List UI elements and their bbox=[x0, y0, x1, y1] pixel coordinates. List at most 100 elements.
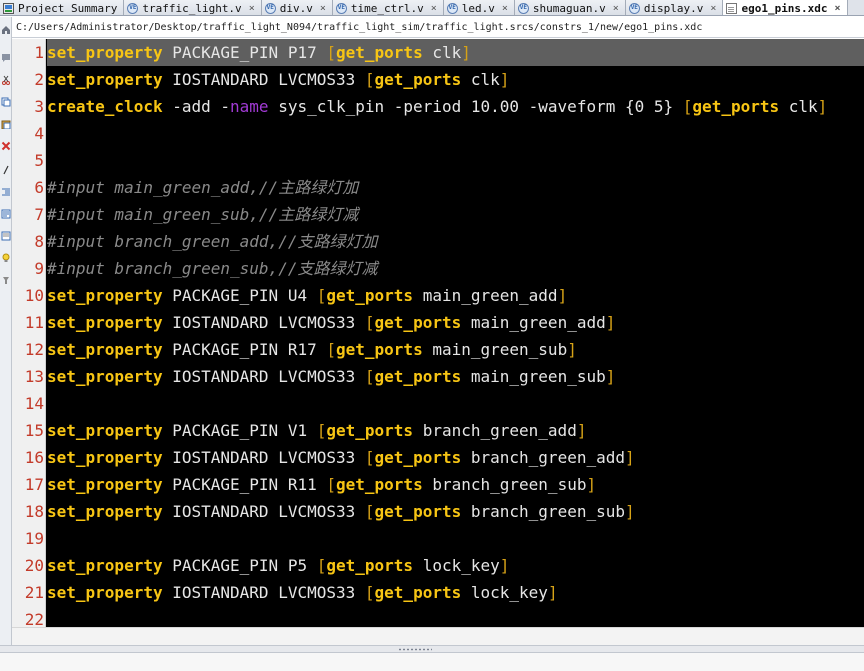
code-line[interactable]: 8 #input branch_green_add,//支路绿灯加 bbox=[12, 228, 864, 255]
close-tab-icon[interactable]: × bbox=[835, 3, 841, 14]
tab-time-ctrl-v[interactable]: VE time_ctrl.v × bbox=[332, 0, 444, 15]
horizontal-scrollbar[interactable] bbox=[12, 627, 864, 645]
code-line[interactable]: 1 set_property PACKAGE_PIN P17 [get_ports… bbox=[12, 39, 864, 66]
close-tab-icon[interactable]: × bbox=[710, 3, 716, 14]
code-text[interactable] bbox=[47, 120, 864, 147]
code-text[interactable]: set_property PACKAGE_PIN R17 [get_ports … bbox=[47, 336, 864, 363]
close-tab-icon[interactable]: × bbox=[431, 3, 437, 14]
file-path: C:/Users/Administrator/Desktop/traffic_l… bbox=[16, 21, 703, 33]
code-text[interactable]: set_property IOSTANDARD LVCMOS33 [get_po… bbox=[47, 579, 864, 606]
toggle-comment-icon[interactable] bbox=[0, 163, 11, 176]
code-token: [ bbox=[316, 556, 327, 575]
code-token: PACKAGE_PIN P5 bbox=[162, 556, 317, 575]
delete-icon[interactable] bbox=[0, 139, 11, 152]
code-text[interactable]: create_clock -add -name sys_clk_pin -per… bbox=[47, 93, 864, 120]
tab-label: div.v bbox=[279, 1, 313, 15]
code-token: PACKAGE_PIN U4 bbox=[162, 286, 317, 305]
code-text[interactable]: #input main_green_sub,//主路绿灯减 bbox=[47, 201, 864, 228]
line-number: 15 bbox=[24, 421, 44, 440]
insert-template-icon[interactable] bbox=[0, 229, 11, 242]
code-token: ] bbox=[625, 502, 635, 521]
code-text[interactable]: #input branch_green_sub,//支路绿灯减 bbox=[47, 255, 864, 282]
code-line[interactable]: 17 set_property PACKAGE_PIN R11 [get_port… bbox=[12, 471, 864, 498]
code-line[interactable]: 19 bbox=[12, 525, 864, 552]
code-text[interactable]: set_property PACKAGE_PIN U4 [get_ports m… bbox=[47, 282, 864, 309]
code-editor[interactable]: 1 set_property PACKAGE_PIN P17 [get_ports… bbox=[12, 39, 864, 627]
outdent-icon[interactable] bbox=[0, 207, 11, 220]
code-token: ] bbox=[605, 313, 616, 332]
code-token: [ bbox=[364, 502, 375, 521]
code-token: get_ports bbox=[374, 583, 462, 602]
code-line[interactable]: 10 set_property PACKAGE_PIN U4 [get_ports… bbox=[12, 282, 864, 309]
comment-icon[interactable] bbox=[0, 51, 11, 64]
code-token: IOSTANDARD LVCMOS33 bbox=[162, 313, 365, 332]
indent-icon[interactable] bbox=[0, 185, 11, 198]
close-tab-icon[interactable]: × bbox=[502, 3, 508, 14]
code-line[interactable]: 6 #input main_green_add,//主路绿灯加 bbox=[12, 174, 864, 201]
code-line[interactable]: 13 set_property IOSTANDARD LVCMOS33 [get_… bbox=[12, 363, 864, 390]
code-text[interactable]: set_property IOSTANDARD LVCMOS33 [get_po… bbox=[47, 363, 864, 390]
code-text[interactable]: #input branch_green_add,//支路绿灯加 bbox=[47, 228, 864, 255]
bulb-icon[interactable] bbox=[0, 251, 11, 264]
tab-label: time_ctrl.v bbox=[350, 1, 424, 15]
code-token: ] bbox=[586, 475, 597, 494]
find-icon[interactable] bbox=[0, 273, 11, 286]
code-line[interactable]: 18 set_property IOSTANDARD LVCMOS33 [get_… bbox=[12, 498, 864, 525]
line-number: 3 bbox=[34, 97, 44, 116]
code-line[interactable]: 9 #input branch_green_sub,//支路绿灯减 bbox=[12, 255, 864, 282]
code-text[interactable]: set_property PACKAGE_PIN V1 [get_ports b… bbox=[47, 417, 864, 444]
tab-shumaguan-v[interactable]: VE shumaguan.v × bbox=[514, 0, 626, 15]
code-text[interactable]: set_property IOSTANDARD LVCMOS33 [get_po… bbox=[47, 444, 864, 471]
code-line[interactable]: 20 set_property PACKAGE_PIN P5 [get_ports… bbox=[12, 552, 864, 579]
line-number: 2 bbox=[34, 70, 44, 89]
code-text[interactable]: set_property IOSTANDARD LVCMOS33 [get_po… bbox=[47, 309, 864, 336]
code-line[interactable]: 22 bbox=[12, 606, 864, 627]
code-text[interactable]: set_property PACKAGE_PIN P5 [get_ports l… bbox=[47, 552, 864, 579]
code-text[interactable] bbox=[47, 525, 864, 552]
home-icon[interactable] bbox=[0, 23, 11, 36]
code-token: PACKAGE_PIN R17 bbox=[162, 340, 327, 359]
code-text[interactable] bbox=[47, 147, 864, 174]
code-text[interactable]: set_property IOSTANDARD LVCMOS33 [get_po… bbox=[47, 498, 864, 525]
cut-icon[interactable] bbox=[0, 73, 11, 86]
tab-div-v[interactable]: VE div.v × bbox=[261, 0, 333, 15]
code-line[interactable]: 12 set_property PACKAGE_PIN R17 [get_port… bbox=[12, 336, 864, 363]
code-line[interactable]: 15 set_property PACKAGE_PIN V1 [get_ports… bbox=[12, 417, 864, 444]
tab-ego1-pins-xdc[interactable]: ego1_pins.xdc × bbox=[723, 0, 848, 15]
paste-icon[interactable] bbox=[0, 117, 11, 130]
tab-led-v[interactable]: VE led.v × bbox=[443, 0, 515, 15]
close-tab-icon[interactable]: × bbox=[613, 3, 619, 14]
code-line[interactable]: 3 create_clock -add -name sys_clk_pin -pe… bbox=[12, 93, 864, 120]
tab-traffic-light-v[interactable]: VE traffic_light.v × bbox=[124, 0, 262, 15]
code-line[interactable]: 14 bbox=[12, 390, 864, 417]
tab-display-v[interactable]: VE display.v × bbox=[625, 0, 724, 15]
pane-splitter[interactable] bbox=[0, 645, 864, 653]
code-token: ] bbox=[817, 97, 828, 116]
copy-icon[interactable] bbox=[0, 95, 11, 108]
code-line[interactable]: 11 set_property IOSTANDARD LVCMOS33 [get_… bbox=[12, 309, 864, 336]
code-line[interactable]: 21 set_property IOSTANDARD LVCMOS33 [get_… bbox=[12, 579, 864, 606]
code-token: ] bbox=[547, 583, 558, 602]
code-text[interactable]: #input main_green_add,//主路绿灯加 bbox=[47, 174, 864, 201]
code-text[interactable]: set_property PACKAGE_PIN R11 [get_ports … bbox=[47, 471, 864, 498]
code-token: set_property bbox=[47, 313, 163, 332]
close-tab-icon[interactable]: × bbox=[320, 3, 326, 14]
code-line[interactable]: 2 set_property IOSTANDARD LVCMOS33 [get_p… bbox=[12, 66, 864, 93]
close-tab-icon[interactable]: × bbox=[249, 3, 255, 14]
code-token: -add - bbox=[162, 97, 231, 116]
code-line[interactable]: 16 set_property IOSTANDARD LVCMOS33 [get_… bbox=[12, 444, 864, 471]
code-text[interactable]: set_property PACKAGE_PIN P17 [get_ports … bbox=[47, 39, 864, 66]
code-token: IOSTANDARD LVCMOS33 bbox=[162, 448, 365, 467]
code-token: get_ports bbox=[326, 421, 414, 440]
splitter-grip-icon[interactable] bbox=[398, 648, 432, 651]
code-line[interactable]: 7 #input main_green_sub,//主路绿灯减 bbox=[12, 201, 864, 228]
code-token: PACKAGE_PIN V1 bbox=[162, 421, 317, 440]
code-line[interactable]: 4 bbox=[12, 120, 864, 147]
code-text[interactable]: set_property IOSTANDARD LVCMOS33 [get_po… bbox=[47, 66, 864, 93]
code-line[interactable]: 5 bbox=[12, 147, 864, 174]
tab-project-summary[interactable]: Project Summary bbox=[0, 0, 125, 15]
code-text[interactable] bbox=[47, 606, 864, 627]
code-text[interactable] bbox=[47, 390, 864, 417]
code-token: lock_key bbox=[461, 583, 548, 602]
line-number: 22 bbox=[24, 610, 44, 627]
